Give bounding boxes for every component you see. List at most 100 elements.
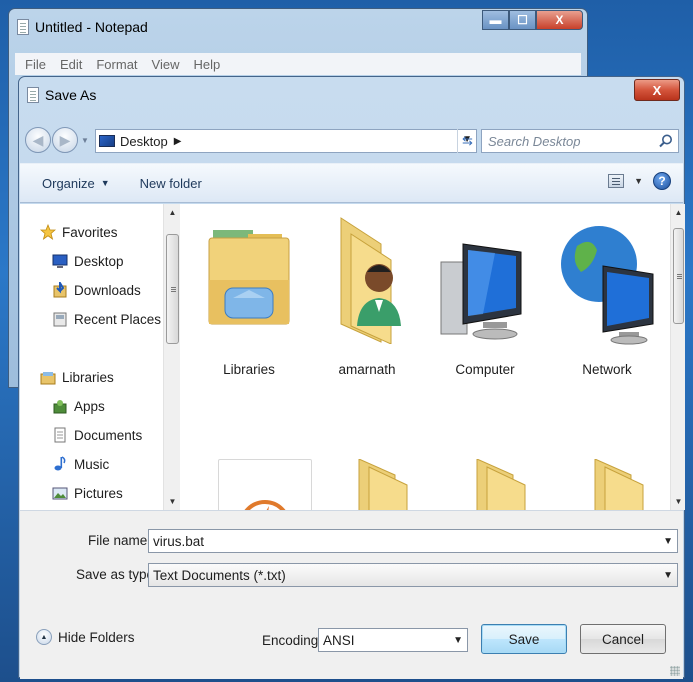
desktop-icon <box>99 135 115 147</box>
change-view-icon[interactable] <box>608 174 625 188</box>
save-type-value[interactable]: Text Documents (*.txt) <box>153 568 286 583</box>
menu-edit[interactable]: Edit <box>60 57 82 72</box>
nav-music-label: Music <box>74 456 110 472</box>
save-form: File name: virus.bat ▼ Save as type: Tex… <box>20 510 683 679</box>
nav-pictures[interactable]: Pictures <box>52 485 123 501</box>
nav-recent-places[interactable]: Recent Places <box>52 311 161 327</box>
file-item-label: amarnath <box>338 362 396 377</box>
forward-button[interactable]: ▶ <box>52 127 78 153</box>
file-item-folder[interactable] <box>568 458 670 510</box>
organize-button[interactable]: Organize ▼ <box>42 176 110 191</box>
forward-arrow-icon: ▶ <box>59 131 71 148</box>
recent-pages-dropdown[interactable]: ▼ <box>81 136 89 145</box>
folder-icon <box>476 458 526 510</box>
file-scrollbar-thumb[interactable] <box>673 228 684 324</box>
close-button[interactable]: X <box>536 10 583 30</box>
nav-scrollbar-thumb[interactable] <box>166 234 179 344</box>
save-button[interactable]: Save <box>481 624 567 654</box>
history-buttons: ◀ ▶ ▼ <box>25 127 89 153</box>
hide-folders-button[interactable]: ▲ Hide Folders <box>36 629 135 645</box>
encoding-select[interactable]: ANSI ▼ <box>318 628 468 652</box>
resize-grip[interactable] <box>670 666 680 676</box>
nav-scrollbar[interactable]: ▲ ▼ <box>163 204 180 510</box>
maximize-button[interactable]: ☐ <box>509 10 536 30</box>
file-name-value[interactable]: virus.bat <box>153 534 204 549</box>
file-list: Libraries amarnath Computer Network <box>180 204 670 510</box>
nav-recent-places-label: Recent Places <box>74 311 162 327</box>
save-type-dropdown-icon[interactable]: ▼ <box>663 570 673 581</box>
file-item-folder[interactable] <box>332 458 442 510</box>
cancel-button[interactable]: Cancel <box>580 624 666 654</box>
network-icon <box>561 226 654 345</box>
folder-icon <box>358 458 408 510</box>
file-item-label: Network <box>582 362 632 377</box>
encoding-label: Encoding: <box>262 633 323 648</box>
scroll-up-icon[interactable]: ▲ <box>164 204 181 221</box>
libraries-icon <box>40 372 56 385</box>
scroll-up-icon[interactable]: ▲ <box>671 204 686 221</box>
back-arrow-icon: ◀ <box>32 131 44 148</box>
encoding-value[interactable]: ANSI <box>323 633 355 648</box>
nav-documents[interactable]: Documents <box>52 427 142 443</box>
nav-pictures-label: Pictures <box>74 485 123 501</box>
dialog-close-button[interactable]: X <box>634 79 680 101</box>
pictures-icon <box>52 487 68 500</box>
search-icon[interactable] <box>658 133 674 149</box>
back-button[interactable]: ◀ <box>25 127 51 153</box>
save-type-label: Save as type: <box>76 567 158 582</box>
address-location[interactable]: Desktop <box>120 134 168 149</box>
nav-downloads[interactable]: Downloads <box>52 282 141 298</box>
notepad-menubar: File Edit Format View Help <box>15 53 581 75</box>
help-icon[interactable]: ? <box>653 172 671 190</box>
file-list-scrollbar[interactable]: ▲ ▼ <box>670 204 685 510</box>
breadcrumb-arrow-icon[interactable]: ▶ <box>174 136 182 147</box>
menu-file[interactable]: File <box>25 57 46 72</box>
search-box[interactable]: Search Desktop <box>481 129 679 153</box>
file-item-amarnath[interactable]: amarnath <box>312 214 422 384</box>
view-dropdown-icon[interactable]: ▼ <box>634 176 643 186</box>
menu-format[interactable]: Format <box>96 57 137 72</box>
search-placeholder[interactable]: Search Desktop <box>488 134 581 149</box>
new-folder-button[interactable]: New folder <box>140 176 202 191</box>
address-bar[interactable]: Desktop ▶ ▼ <box>95 129 477 153</box>
file-item-libraries[interactable]: Libraries <box>194 214 304 384</box>
nav-downloads-label: Downloads <box>74 282 141 298</box>
file-name-input[interactable]: virus.bat ▼ <box>148 529 678 553</box>
music-icon <box>54 456 66 471</box>
refresh-button[interactable]: ⇆ <box>457 129 477 153</box>
nav-desktop[interactable]: Desktop <box>52 253 124 269</box>
nav-libraries[interactable]: Libraries <box>40 369 114 385</box>
file-item-network[interactable]: Network <box>552 214 662 384</box>
file-name-label: File name: <box>88 533 152 548</box>
notepad-title: Untitled - Notepad <box>35 19 148 35</box>
dialog-title: Save As <box>45 87 97 103</box>
navigation-pane: Favorites Desktop Downloads Recent Place… <box>20 204 180 510</box>
file-item-label: Libraries <box>223 362 275 377</box>
folder-icon <box>594 458 644 510</box>
nav-apps[interactable]: Apps <box>52 398 105 414</box>
command-toolbar: Organize ▼ New folder ▼ ? <box>20 163 683 203</box>
notepad-icon <box>17 19 29 35</box>
refresh-icon: ⇆ <box>462 133 473 148</box>
scroll-down-icon[interactable]: ▼ <box>671 493 686 510</box>
file-name-dropdown-icon[interactable]: ▼ <box>663 536 673 547</box>
file-item-folder[interactable] <box>450 458 560 510</box>
nav-favorites[interactable]: Favorites <box>40 224 118 240</box>
notepad-icon <box>27 87 39 103</box>
file-item-app-shortcut[interactable] <box>218 459 312 510</box>
encoding-dropdown-icon[interactable]: ▼ <box>453 635 463 646</box>
nav-libraries-label: Libraries <box>62 369 114 385</box>
downloads-icon <box>53 282 67 298</box>
save-type-select[interactable]: Text Documents (*.txt) ▼ <box>148 563 678 587</box>
star-icon <box>40 224 56 240</box>
nav-music[interactable]: Music <box>52 456 109 472</box>
scroll-down-icon[interactable]: ▼ <box>164 493 181 510</box>
desktop-icon <box>52 254 68 268</box>
menu-help[interactable]: Help <box>193 57 220 72</box>
menu-view[interactable]: View <box>152 57 180 72</box>
nav-documents-label: Documents <box>74 427 143 443</box>
new-folder-label: New folder <box>139 175 202 191</box>
minimize-button[interactable]: ▬ <box>482 10 509 30</box>
documents-icon <box>54 427 66 443</box>
file-item-computer[interactable]: Computer <box>430 214 540 384</box>
